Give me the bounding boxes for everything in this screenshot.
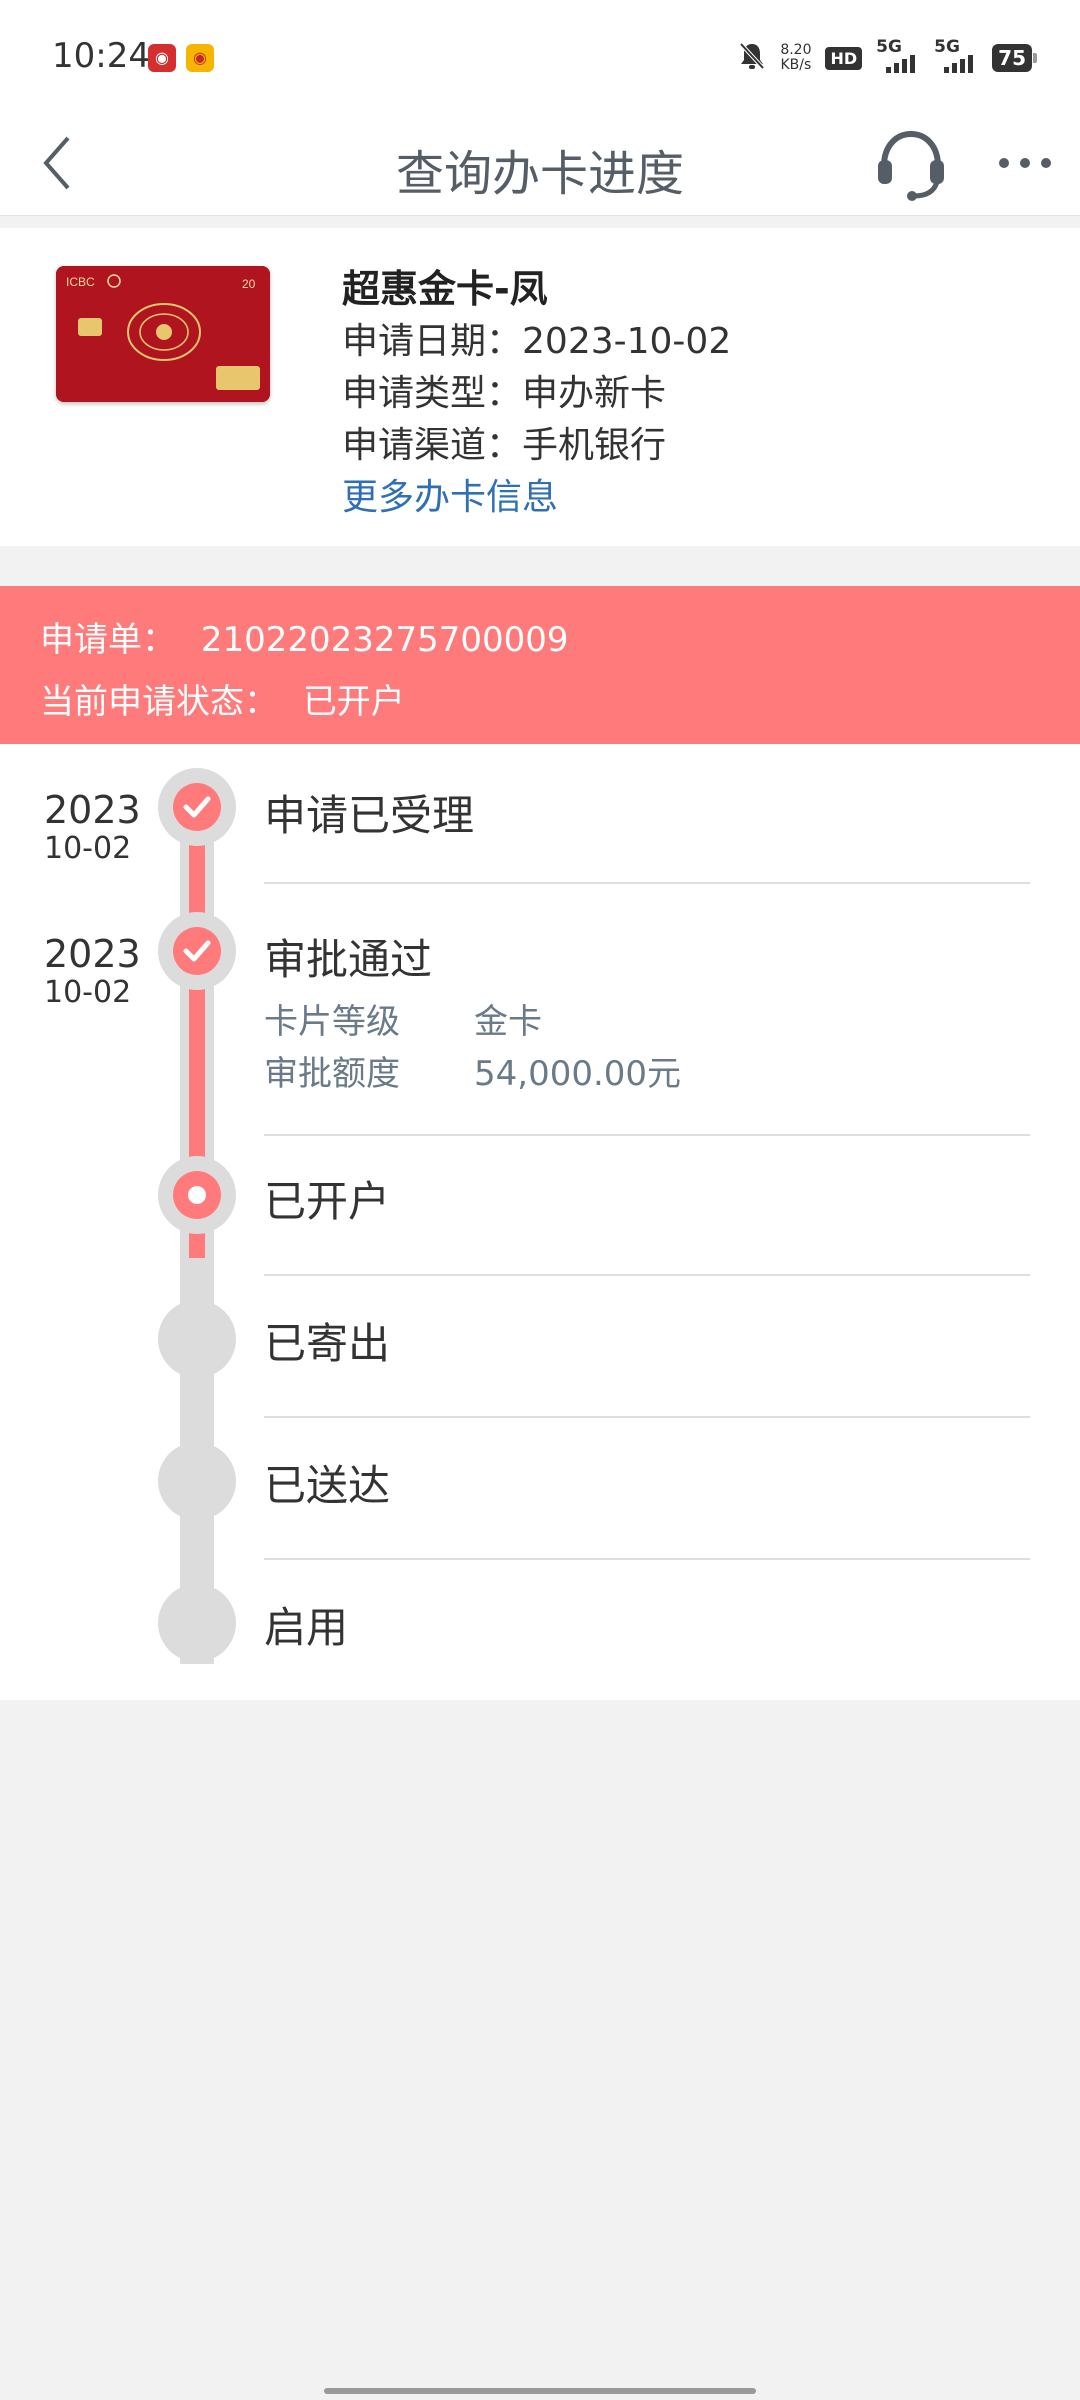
customer-service-button[interactable] bbox=[868, 120, 954, 206]
step-node-current bbox=[158, 1156, 236, 1234]
home-indicator[interactable] bbox=[324, 2388, 756, 2394]
headset-icon bbox=[878, 130, 944, 201]
card-info-panel: ICBC 20 超惠金卡-凤 申请日期：2023-10-02 申请类型：申办新卡… bbox=[0, 228, 1080, 546]
step-monthday: 10-02 bbox=[44, 975, 132, 1010]
step-divider bbox=[264, 1558, 1030, 1560]
apply-channel-row: 申请渠道：手机银行 bbox=[342, 416, 666, 468]
step-label: 已开户 bbox=[264, 1177, 391, 1226]
progress-timeline: 2023 10-02 申请已受理 2023 10-02 审批通过 卡片等级 金卡… bbox=[0, 744, 1080, 1700]
more-dots-icon bbox=[999, 158, 1051, 168]
current-status-row: 当前申请状态： 已开户 bbox=[40, 674, 405, 723]
network-speed: 8.20 KB/s bbox=[780, 43, 811, 73]
step-date: 2023 10-02 bbox=[44, 788, 141, 866]
card-image: ICBC 20 bbox=[56, 266, 270, 402]
step-label: 审批通过 bbox=[264, 935, 433, 984]
network-speed-unit: KB/s bbox=[780, 57, 812, 73]
mute-bell-icon bbox=[738, 41, 766, 75]
signal-label-2: 5G bbox=[934, 37, 960, 57]
current-status-value: 已开户 bbox=[302, 682, 405, 722]
step-node-pending bbox=[158, 1442, 236, 1520]
step-divider bbox=[264, 1416, 1030, 1418]
svg-text:ICBC: ICBC bbox=[66, 275, 95, 289]
apply-date-label: 申请日期： bbox=[342, 321, 523, 362]
apply-type-value: 申办新卡 bbox=[522, 373, 667, 414]
more-card-info-link[interactable]: 更多办卡信息 bbox=[342, 468, 558, 520]
signal-strength-2: 5G bbox=[934, 37, 978, 75]
network-speed-value: 8.20 bbox=[780, 42, 812, 58]
detail-card-level: 卡片等级 金卡 bbox=[264, 994, 542, 1043]
apply-channel-value: 手机银行 bbox=[522, 425, 667, 466]
signal-label-1: 5G bbox=[876, 37, 902, 57]
step-node-pending bbox=[158, 1584, 236, 1662]
order-number-row: 申请单： 21022023275700009 bbox=[40, 612, 569, 661]
svg-text:20: 20 bbox=[242, 277, 256, 291]
step-label: 已寄出 bbox=[264, 1319, 391, 1368]
apply-type-row: 申请类型：申办新卡 bbox=[342, 364, 666, 416]
check-icon bbox=[183, 940, 211, 962]
apply-channel-label: 申请渠道： bbox=[342, 425, 523, 466]
step-label: 启用 bbox=[264, 1603, 349, 1652]
netease-music-icon: ◉ bbox=[148, 44, 176, 72]
step-label: 申请已受理 bbox=[264, 791, 475, 840]
detail-credit-limit: 审批额度 54,000.00元 bbox=[264, 1046, 681, 1095]
detail-value: 金卡 bbox=[474, 1002, 542, 1042]
more-button[interactable] bbox=[990, 130, 1060, 196]
detail-key: 卡片等级 bbox=[264, 1002, 400, 1042]
detail-value: 54,000.00元 bbox=[474, 1054, 682, 1094]
step-date: 2023 10-02 bbox=[44, 932, 141, 1010]
current-dot-icon bbox=[188, 1186, 206, 1204]
apply-date-row: 申请日期：2023-10-02 bbox=[342, 312, 731, 364]
status-time: 10:24 bbox=[52, 36, 150, 76]
weibo-icon: ◉ bbox=[186, 44, 214, 72]
step-year: 2023 bbox=[44, 788, 141, 832]
app-header: 查询办卡进度 bbox=[0, 110, 1080, 216]
order-number-value: 21022023275700009 bbox=[200, 620, 569, 660]
step-monthday: 10-02 bbox=[44, 831, 132, 866]
current-status-label: 当前申请状态： bbox=[40, 682, 278, 722]
application-status-banner: 申请单： 21022023275700009 当前申请状态： 已开户 bbox=[0, 586, 1080, 744]
step-divider bbox=[264, 1134, 1030, 1136]
card-name: 超惠金卡-凤 bbox=[342, 267, 548, 311]
signal-strength-1: 5G bbox=[876, 37, 920, 75]
detail-key: 审批额度 bbox=[264, 1054, 400, 1094]
step-divider bbox=[264, 882, 1030, 884]
apply-date-value: 2023-10-02 bbox=[522, 321, 732, 362]
hd-badge: HD bbox=[825, 46, 863, 70]
step-node-pending bbox=[158, 1300, 236, 1378]
order-number-label: 申请单： bbox=[40, 620, 176, 660]
step-node-done bbox=[158, 912, 236, 990]
step-year: 2023 bbox=[44, 932, 141, 976]
step-divider bbox=[264, 1274, 1030, 1276]
step-label: 已送达 bbox=[264, 1461, 391, 1510]
status-indicators: 8.20 KB/s HD 5G 5G 75 bbox=[738, 37, 1037, 78]
status-bar: 10:24 ◉ ◉ 8.20 KB/s HD 5G 5G 75 bbox=[0, 0, 1080, 110]
step-node-done bbox=[158, 768, 236, 846]
battery-indicator: 75 bbox=[992, 44, 1037, 72]
check-icon bbox=[183, 796, 211, 818]
apply-type-label: 申请类型： bbox=[342, 373, 523, 414]
